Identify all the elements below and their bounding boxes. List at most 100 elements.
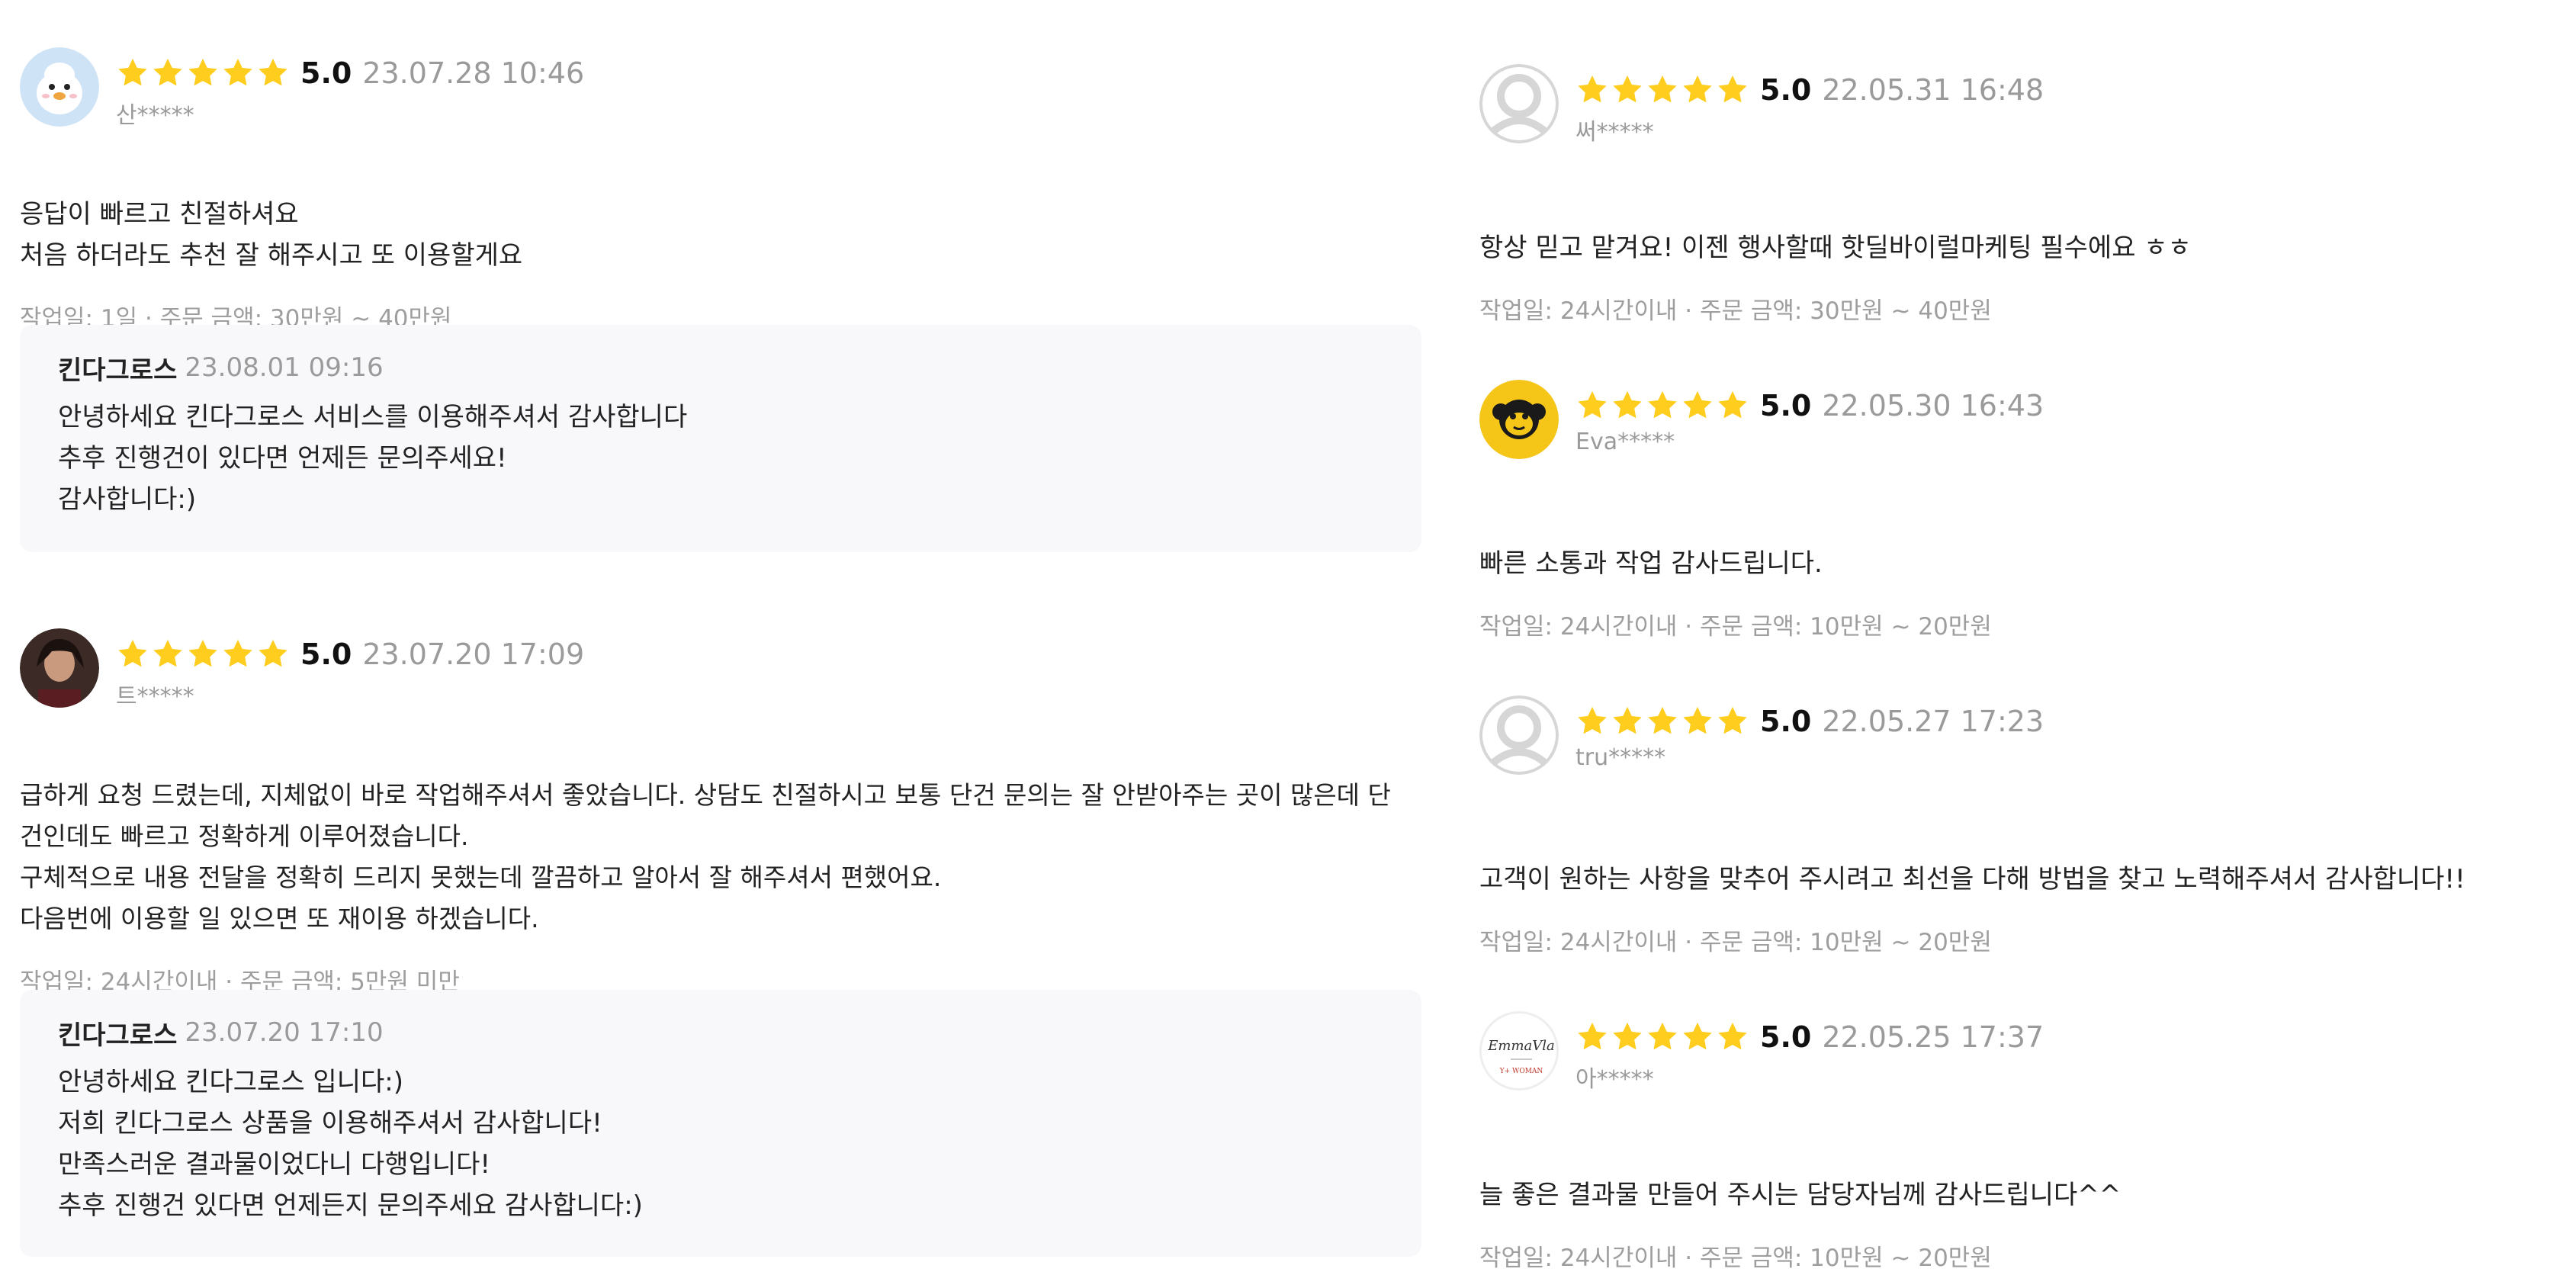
- rating-score: 5.0: [1760, 1020, 1812, 1054]
- review-line: 빠른 소통과 작업 감사드립니다.: [1479, 548, 1823, 579]
- reply-line: 안녕하세요 킨다그로스 입니다:): [58, 1067, 403, 1097]
- reviewer-name: tru*****: [1575, 744, 1666, 771]
- review-text: 늘 좋은 결과물 만들어 주시는 담당자님께 감사드립니다^^: [1479, 1174, 2562, 1216]
- review-item: 5.0 23.07.20 17:09 트***** 급하게 요청 드렸는데, 지…: [20, 628, 1431, 997]
- order-info: 작업일: 24시간이내 · 주문 금액: 10만원 ~ 20만원: [1479, 613, 1992, 641]
- star-icon: [1716, 1020, 1749, 1054]
- reply-author: 킨다그로스: [58, 355, 178, 386]
- star-icon: [1646, 1020, 1679, 1054]
- review-text: 빠른 소통과 작업 감사드립니다.: [1479, 543, 2562, 584]
- star-icon: [1716, 389, 1749, 422]
- reply-date: 23.08.01 09:16: [185, 352, 384, 383]
- review-item: 5.0 23.07.28 10:46 산***** 응답이 빠르고 친절하셔요 …: [20, 47, 1423, 333]
- review-line: 고객이 원하는 사항을 맞추어 주시려고 최선을 다해 방법을 찾고 노력해주셔…: [1479, 864, 2465, 895]
- bird-avatar-icon[interactable]: [20, 47, 99, 127]
- default-user-avatar-icon[interactable]: [1479, 64, 1559, 143]
- default-user-avatar-icon[interactable]: [1479, 695, 1559, 775]
- star-icon: [1611, 1020, 1644, 1054]
- reply-line: 만족스러운 결과물이었다니 다행입니다!: [58, 1149, 491, 1180]
- reply-line: 감사합니다:): [58, 484, 197, 515]
- rating-score: 5.0: [1760, 705, 1812, 738]
- reply-line: 추후 진행건이 있다면 언제든 문의주세요!: [58, 443, 507, 474]
- rating-score: 5.0: [1760, 73, 1812, 107]
- seller-reply: 킨다그로스 23.07.20 17:10 안녕하세요 킨다그로스 입니다:) 저…: [20, 990, 1421, 1257]
- star-icon: [186, 56, 220, 90]
- reply-author: 킨다그로스: [58, 1020, 178, 1051]
- star-icon: [151, 56, 185, 90]
- star-rating: [116, 56, 291, 90]
- review-date: 23.07.28 10:46: [362, 56, 585, 90]
- star-rating: [1575, 705, 1751, 738]
- star-icon: [1575, 1020, 1609, 1054]
- star-icon: [1681, 389, 1714, 422]
- reviewer-name: 산*****: [116, 102, 194, 129]
- star-icon: [1681, 705, 1714, 738]
- star-rating: [116, 638, 291, 671]
- reply-line: 저희 킨다그로스 상품을 이용해주셔서 감사합니다!: [58, 1108, 602, 1139]
- reviewer-name: 써*****: [1575, 119, 1654, 146]
- star-icon: [1716, 705, 1749, 738]
- star-icon: [1611, 389, 1644, 422]
- review-line: 늘 좋은 결과물 만들어 주시는 담당자님께 감사드립니다^^: [1479, 1180, 2122, 1210]
- review-text: 급하게 요청 드렸는데, 지체없이 바로 작업해주셔서 좋았습니다. 상담도 친…: [20, 775, 1431, 940]
- review-text: 항상 믿고 맡겨요! 이젠 행사할때 핫딜바이럴마케팅 필수에요 ㅎㅎ: [1479, 227, 2562, 268]
- review-line: 처음 하더라도 추천 잘 해주시고 또 이용할게요: [20, 240, 523, 271]
- review-text: 고객이 원하는 사항을 맞추어 주시려고 최선을 다해 방법을 찾고 노력해주셔…: [1479, 859, 2562, 900]
- star-icon: [221, 638, 255, 671]
- reply-line: 추후 진행건 있다면 언제든지 문의주세요 감사합니다:): [58, 1190, 643, 1221]
- star-icon: [116, 638, 149, 671]
- review-item: EmmaVla Y+ WOMAN 5.0 22.05.25 17:37 아***…: [1479, 1011, 2562, 1273]
- star-icon: [1575, 73, 1609, 107]
- review-line: 건인데도 빠르고 정확하게 이루어졌습니다.: [20, 821, 469, 851]
- review-item: 5.0 22.05.27 17:23 tru***** 고객이 원하는 사항을 …: [1479, 695, 2562, 957]
- review-line: 구체적으로 내용 전달을 정확히 드리지 못했는데 깔끔하고 알아서 잘 해주셔…: [20, 862, 942, 892]
- review-date: 23.07.20 17:09: [362, 638, 585, 671]
- star-icon: [1611, 705, 1644, 738]
- review-date: 22.05.25 17:37: [1822, 1020, 2044, 1054]
- rating-score: 5.0: [300, 638, 352, 671]
- reply-text: 안녕하세요 킨다그로스 입니다:) 저희 킨다그로스 상품을 이용해주셔서 감사…: [58, 1062, 1383, 1226]
- reviewer-name: 트*****: [116, 683, 194, 710]
- reviewer-name: Eva*****: [1575, 429, 1675, 455]
- reply-date: 23.07.20 17:10: [185, 1017, 384, 1048]
- order-info: 작업일: 24시간이내 · 주문 금액: 30만원 ~ 40만원: [1479, 297, 1992, 325]
- review-date: 22.05.30 16:43: [1822, 389, 2044, 422]
- order-info: 작업일: 24시간이내 · 주문 금액: 10만원 ~ 20만원: [1479, 929, 1992, 956]
- review-date: 22.05.31 16:48: [1822, 73, 2044, 107]
- reviewer-name: 아*****: [1575, 1066, 1654, 1093]
- review-line: 급하게 요청 드렸는데, 지체없이 바로 작업해주셔서 좋았습니다. 상담도 친…: [20, 780, 1391, 810]
- star-icon: [1575, 389, 1609, 422]
- star-icon: [221, 56, 255, 90]
- monkey-avatar-icon[interactable]: [1479, 380, 1559, 459]
- review-text: 응답이 빠르고 친절하셔요 처음 하더라도 추천 잘 해주시고 또 이용할게요: [20, 194, 1423, 276]
- star-icon: [151, 638, 185, 671]
- reply-text: 안녕하세요 킨다그로스 서비스를 이용해주셔서 감사합니다 추후 진행건이 있다…: [58, 397, 1383, 520]
- star-icon: [116, 56, 149, 90]
- review-date: 22.05.27 17:23: [1822, 705, 2044, 738]
- star-icon: [1716, 73, 1749, 107]
- review-line: 다음번에 이용할 일 있으면 또 재이용 하겠습니다.: [20, 904, 539, 933]
- avatar-logo-text: EmmaVla: [1487, 1038, 1555, 1054]
- rating-score: 5.0: [300, 56, 352, 90]
- star-icon: [1646, 73, 1679, 107]
- star-icon: [256, 638, 290, 671]
- review-item: 5.0 22.05.30 16:43 Eva***** 빠른 소통과 작업 감사…: [1479, 380, 2562, 641]
- rating-score: 5.0: [1760, 389, 1812, 422]
- star-rating: [1575, 389, 1751, 422]
- order-info: 작업일: 24시간이내 · 주문 금액: 10만원 ~ 20만원: [1479, 1245, 1992, 1272]
- star-icon: [256, 56, 290, 90]
- star-icon: [1681, 73, 1714, 107]
- star-icon: [1646, 389, 1679, 422]
- star-icon: [1646, 705, 1679, 738]
- star-icon: [186, 638, 220, 671]
- star-rating: [1575, 73, 1751, 107]
- person-photo-avatar-icon[interactable]: [20, 628, 99, 708]
- emmavla-logo-avatar-icon[interactable]: EmmaVla Y+ WOMAN: [1479, 1011, 1559, 1090]
- star-icon: [1611, 73, 1644, 107]
- seller-reply: 킨다그로스 23.08.01 09:16 안녕하세요 킨다그로스 서비스를 이용…: [20, 325, 1421, 552]
- avatar-logo-subtext: Y+ WOMAN: [1499, 1068, 1543, 1075]
- star-icon: [1681, 1020, 1714, 1054]
- review-line: 항상 믿고 맡겨요! 이젠 행사할때 핫딜바이럴마케팅 필수에요 ㅎㅎ: [1479, 233, 2192, 263]
- review-item: 5.0 22.05.31 16:48 써***** 항상 믿고 맡겨요! 이젠 …: [1479, 64, 2562, 326]
- star-rating: [1575, 1020, 1751, 1054]
